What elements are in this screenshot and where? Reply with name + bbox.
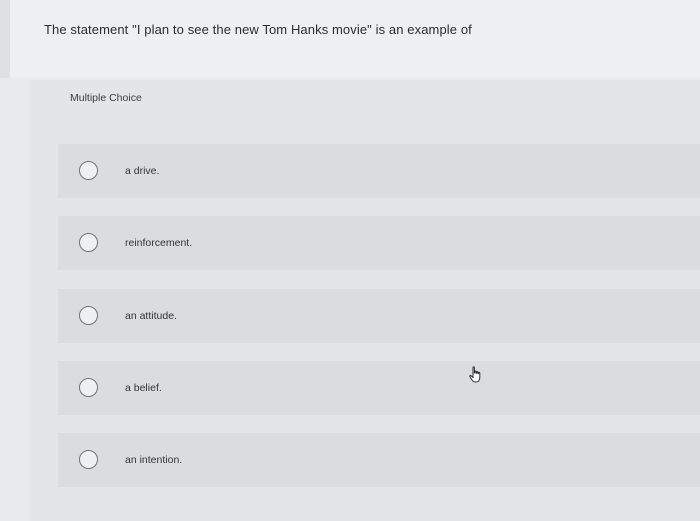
option-an-attitude[interactable]: an attitude. (58, 289, 700, 343)
radio-button[interactable] (79, 233, 98, 252)
question-area: The statement "I plan to see the new Tom… (0, 0, 700, 78)
option-label: a belief. (125, 382, 162, 394)
multiple-choice-panel: Multiple Choice a drive. reinforcement. … (30, 80, 700, 521)
multiple-choice-label: Multiple Choice (70, 92, 142, 104)
option-a-drive[interactable]: a drive. (58, 144, 700, 198)
option-label: an intention. (125, 454, 183, 466)
option-label: reinforcement. (125, 237, 193, 249)
question-text: The statement "I plan to see the new Tom… (44, 22, 472, 37)
option-an-intention[interactable]: an intention. (58, 433, 700, 487)
radio-button[interactable] (79, 378, 98, 397)
option-a-belief[interactable]: a belief. (58, 361, 700, 415)
option-label: a drive. (125, 165, 160, 177)
option-label: an attitude. (125, 310, 177, 322)
radio-button[interactable] (79, 306, 98, 325)
radio-button[interactable] (79, 450, 98, 469)
radio-button[interactable] (79, 161, 98, 180)
option-reinforcement[interactable]: reinforcement. (58, 216, 700, 270)
hand-pointer-icon (469, 366, 481, 383)
